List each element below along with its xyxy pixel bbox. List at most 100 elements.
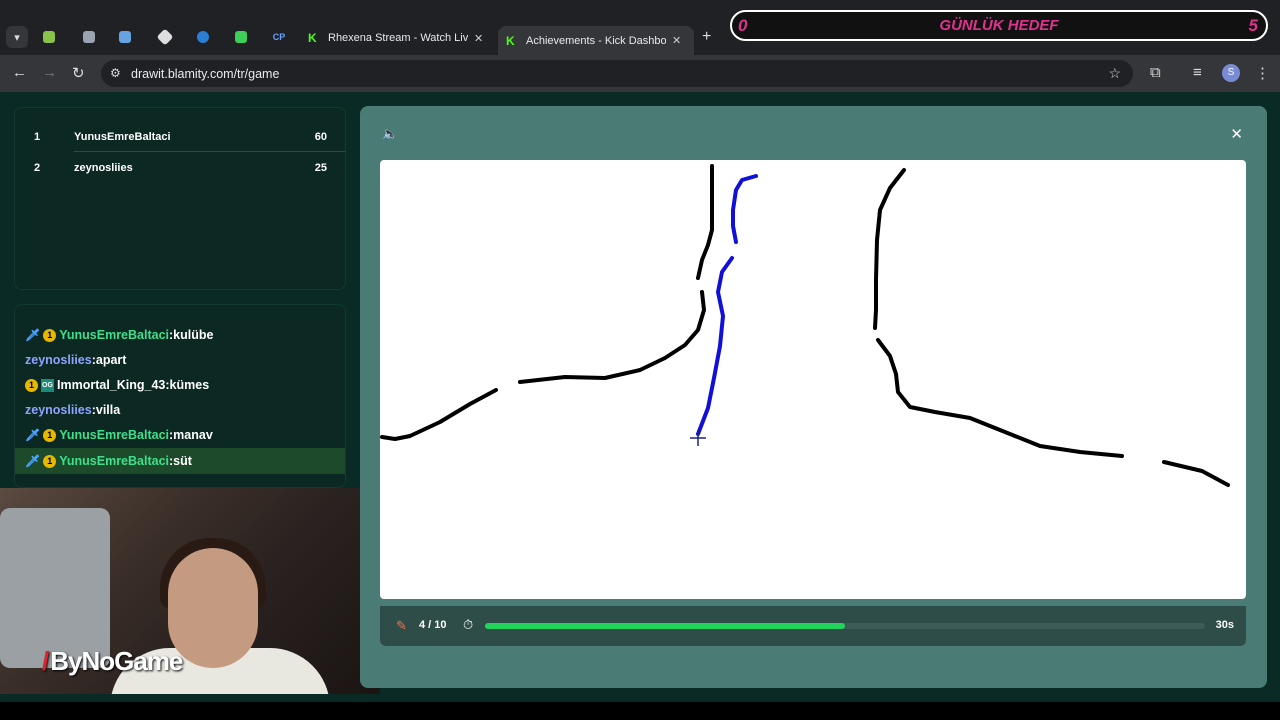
url-text[interactable]: drawit.blamity.com/tr/game <box>131 67 279 81</box>
time-progress-fill <box>485 623 845 629</box>
gold-badge-icon: 1 <box>43 328 57 342</box>
pinned-tab-2[interactable] <box>72 26 106 48</box>
tab-search-button[interactable]: ▾ <box>6 26 28 48</box>
leaderboard-rank: 2 <box>34 162 41 174</box>
chat-panel: 🗡 1 YunusEmreBaltaci :kulübe zeynosliies… <box>14 304 346 488</box>
kick-icon: K <box>506 33 515 48</box>
browser-chrome: ▾ CP K Rhexena Stream - Watch Live o ✕ K… <box>0 0 1280 92</box>
stroke <box>873 168 906 330</box>
tab-title: Rhexena Stream - Watch Live o <box>328 32 468 44</box>
close-icon[interactable]: ✕ <box>474 32 483 45</box>
brand-logo: /ByNoGame <box>42 646 183 676</box>
pinned-tab-3[interactable] <box>108 26 142 48</box>
stroke <box>518 290 706 384</box>
chat-message: zeynosliies :apart <box>25 349 126 371</box>
sword-badge-icon: 🗡 <box>25 428 41 442</box>
address-bar[interactable]: ⚙ drawit.blamity.com/tr/game ☆ <box>101 60 1133 87</box>
divider <box>74 151 346 152</box>
crosshair-cursor-icon <box>690 430 706 446</box>
new-tab-button[interactable]: + <box>702 28 711 46</box>
toolbar: ← → ↻ ⚙ drawit.blamity.com/tr/game ☆ ⧉ ≡… <box>0 55 1280 92</box>
gold-badge-icon: 1 <box>43 428 57 442</box>
og-badge-icon: OG <box>41 378 54 392</box>
chat-message: 1 OG Immortal_King_43 :kümes <box>25 374 209 396</box>
chat-message: 🗡 1 YunusEmreBaltaci :manav <box>25 424 213 446</box>
chat-username[interactable]: zeynosliies <box>25 353 92 367</box>
round-status-bar: ✎ 4 / 10 ⏱ 30s <box>380 606 1246 646</box>
pinned-tab-6[interactable] <box>224 26 258 48</box>
pinned-tab-1[interactable] <box>32 26 66 48</box>
gold-badge-icon: 1 <box>43 454 57 468</box>
webcam-overlay: /ByNoGame <box>0 488 380 694</box>
chat-text: :kümes <box>165 378 210 392</box>
leaderboard-name: YunusEmreBaltaci <box>74 131 171 143</box>
menu-icon[interactable]: ⋮ <box>1255 64 1270 82</box>
pencil-icon: ✎ <box>396 618 407 633</box>
round-counter: 4 / 10 <box>419 619 447 631</box>
chat-message: 🗡 1 YunusEmreBaltaci :kulübe <box>25 324 213 346</box>
webcam-background <box>0 508 110 668</box>
chat-text: :apart <box>91 353 127 367</box>
leaderboard-score: 60 <box>314 131 327 143</box>
sword-badge-icon: 🗡 <box>25 454 41 468</box>
pinned-tab-4[interactable] <box>148 26 182 48</box>
game-panel: 🔈 ✕ ✎ 4 / 10 ⏱ 30s <box>360 106 1267 688</box>
media-controls-icon[interactable]: ≡ <box>1193 64 1202 81</box>
globe-icon <box>197 31 209 43</box>
mask-icon <box>83 31 95 43</box>
brand-text: ByNoGame <box>50 646 183 676</box>
leaderboard-row: 2 zeynosliies 25 <box>15 153 347 183</box>
goal-target: 5 <box>1248 16 1258 35</box>
stroke <box>380 388 498 441</box>
chat-username[interactable]: Immortal_King_43 <box>57 378 165 392</box>
cp-icon: CP <box>272 32 286 42</box>
site-info-icon[interactable]: ⚙ <box>110 66 121 80</box>
stroke <box>696 164 714 280</box>
chat-username[interactable]: YunusEmreBaltaci <box>59 454 169 468</box>
steam-icon <box>119 31 131 43</box>
app-icon <box>43 31 55 43</box>
leaderboard: 1 YunusEmreBaltaci 60 2 zeynosliies 25 <box>14 107 346 290</box>
back-icon[interactable]: ← <box>12 64 27 81</box>
close-icon[interactable]: ✕ <box>672 34 681 47</box>
pinned-tab-5[interactable] <box>186 26 220 48</box>
chat-text: :villa <box>91 403 121 417</box>
time-progress-bar <box>485 623 1205 629</box>
chat-message-highlighted: 🗡 1 YunusEmreBaltaci :süt <box>15 448 345 474</box>
stroke <box>876 338 1124 458</box>
tab-title: Achievements - Kick Dashboard <box>526 34 666 47</box>
sword-badge-icon: 🗡 <box>25 328 41 342</box>
pinned-tab-7[interactable]: CP <box>262 26 296 48</box>
drawing-strokes <box>380 164 1230 487</box>
diamond-icon <box>156 28 174 46</box>
leaderboard-name: zeynosliies <box>74 162 133 174</box>
speaker-icon[interactable]: 🔈 <box>382 126 398 142</box>
timer-icon: ⏱ <box>463 617 474 632</box>
forward-icon[interactable]: → <box>42 64 57 81</box>
stroke <box>731 174 758 244</box>
tab-achievements[interactable]: K Achievements - Kick Dashboard ✕ <box>498 26 694 55</box>
chat-username[interactable]: YunusEmreBaltaci <box>59 428 169 442</box>
extensions-icon[interactable]: ⧉ <box>1150 64 1161 81</box>
goal-label: GÜNLÜK HEDEF <box>939 17 1059 34</box>
tab-rhexena-stream[interactable]: K Rhexena Stream - Watch Live o ✕ <box>300 26 496 50</box>
chat-username[interactable]: zeynosliies <box>25 403 92 417</box>
daily-goal-overlay: 0 GÜNLÜK HEDEF 5 <box>730 10 1268 41</box>
drawing-canvas[interactable] <box>380 160 1246 599</box>
stroke <box>1162 460 1230 487</box>
chat-text: :süt <box>169 454 192 468</box>
reload-icon[interactable]: ↻ <box>72 64 85 82</box>
stroke <box>696 256 734 436</box>
bookmark-star-icon[interactable]: ☆ <box>1108 65 1121 82</box>
chat-username[interactable]: YunusEmreBaltaci <box>59 328 169 342</box>
game-page: 1 YunusEmreBaltaci 60 2 zeynosliies 25 🗡… <box>0 92 1280 702</box>
leaderboard-rank: 1 <box>34 131 41 143</box>
kick-icon: K <box>308 31 317 45</box>
close-icon[interactable]: ✕ <box>1230 125 1243 143</box>
avatar[interactable]: S <box>1222 64 1240 82</box>
gold-badge-icon: 1 <box>25 378 38 392</box>
chat-message: zeynosliies :villa <box>25 399 120 421</box>
leaderboard-score: 25 <box>314 162 327 174</box>
leaderboard-row: 1 YunusEmreBaltaci 60 <box>15 122 347 152</box>
puzzle-icon <box>235 31 247 43</box>
